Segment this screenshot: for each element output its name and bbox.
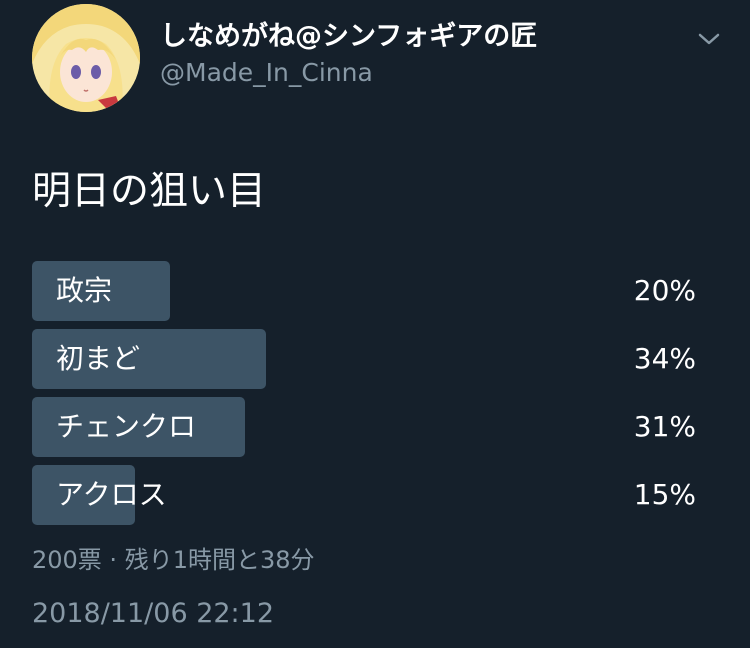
poll-option-label: チェンクロ — [56, 410, 197, 443]
tweet-timestamp[interactable]: 2018/11/06 22:12 — [32, 598, 274, 629]
poll-option[interactable]: チェンクロ 31% — [32, 397, 696, 457]
poll: 政宗 20% 初まど 34% チェンクロ 31% アクロス 15% — [32, 261, 696, 533]
poll-option[interactable]: アクロス 15% — [32, 465, 696, 525]
poll-option-percent: 34% — [633, 342, 696, 375]
author-avatar[interactable] — [32, 4, 140, 112]
author-display-name[interactable]: しなめがね@シンフォギアの匠 — [160, 14, 537, 53]
poll-option-label: 初まど — [56, 342, 141, 375]
poll-option-percent: 31% — [633, 410, 696, 443]
tweet-text: 明日の狙い目 — [32, 169, 267, 214]
poll-option[interactable]: 政宗 20% — [32, 261, 696, 321]
poll-option-percent: 15% — [633, 478, 696, 511]
poll-option-label: アクロス — [56, 478, 167, 511]
poll-option[interactable]: 初まど 34% — [32, 329, 696, 389]
anime-avatar-icon — [32, 4, 140, 112]
poll-votes-and-time-left: 200票 · 残り1時間と38分 — [32, 546, 315, 574]
poll-option-label: 政宗 — [56, 274, 113, 307]
chevron-down-icon[interactable] — [694, 28, 724, 50]
poll-option-percent: 20% — [633, 274, 696, 307]
author-handle[interactable]: @Made_In_Cinna — [160, 58, 373, 87]
